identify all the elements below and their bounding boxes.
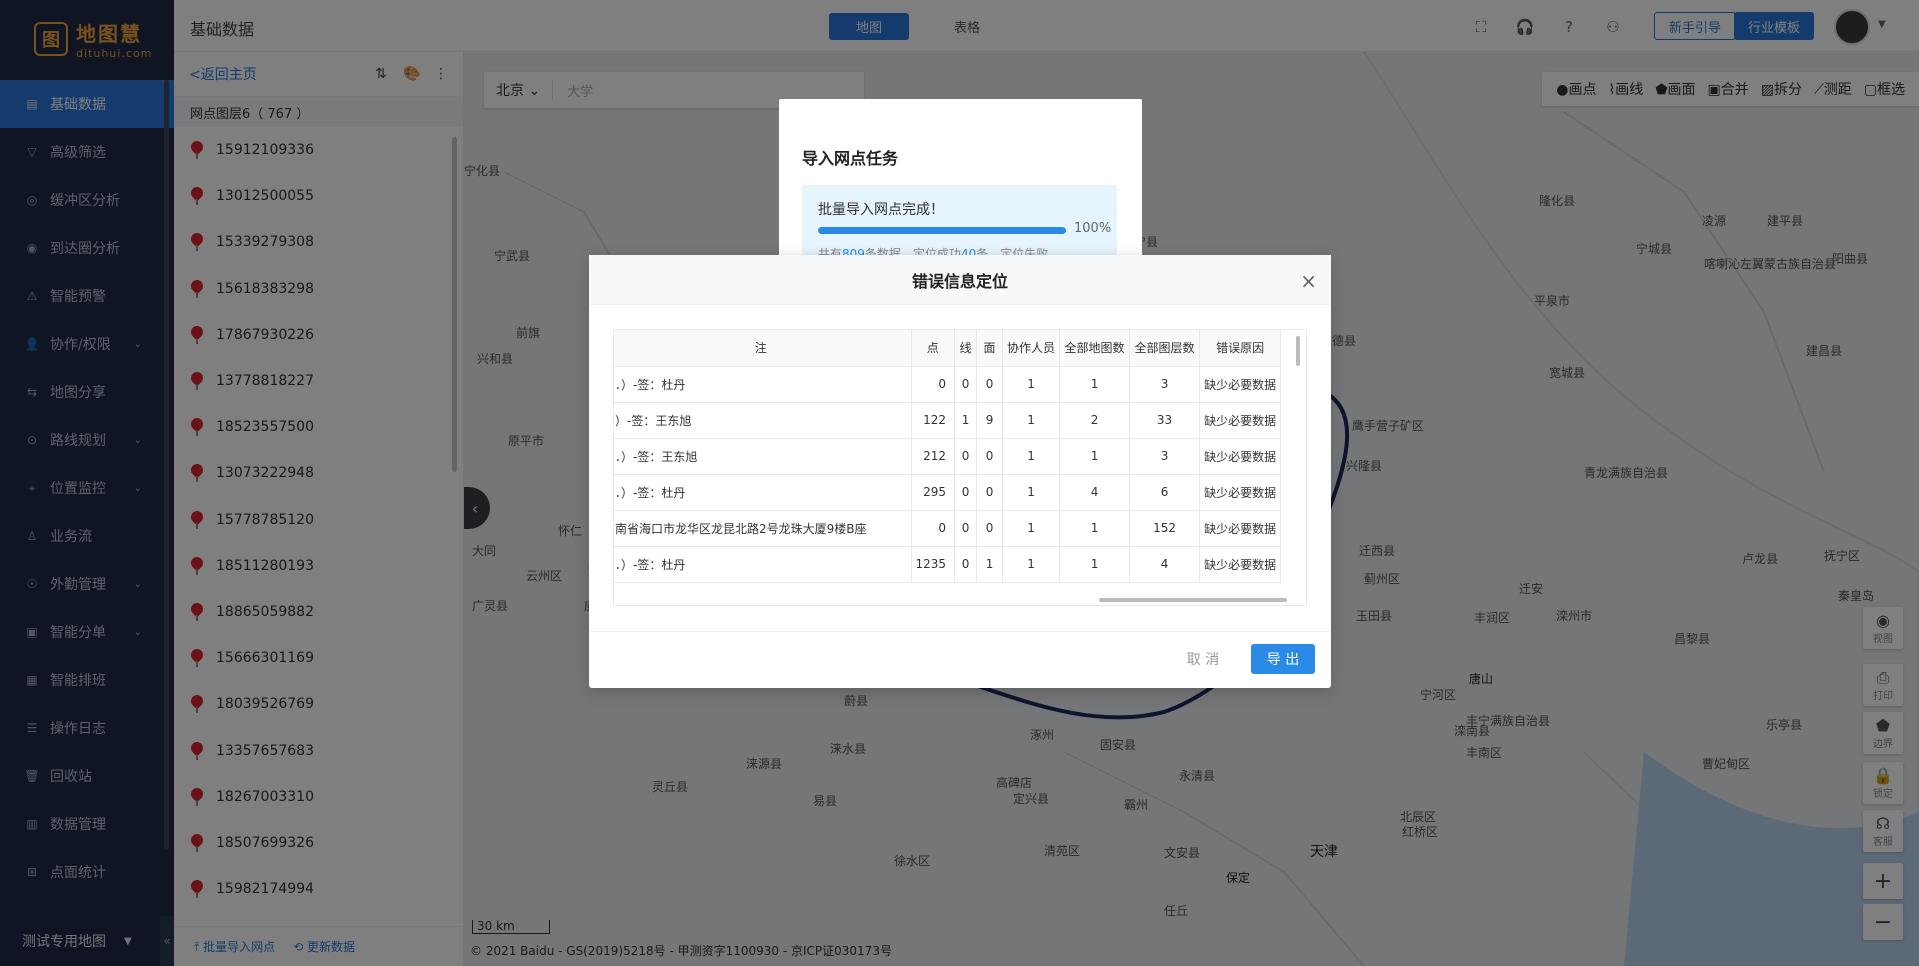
export-button[interactable]: 导 出 bbox=[1251, 644, 1315, 674]
table-cell: 0 bbox=[954, 366, 978, 403]
import-status-box: 批量导入网点完成！ 100% 共有809条数据，定位成功40条，定位失败 bbox=[802, 185, 1117, 265]
table-cell: 33 bbox=[1129, 402, 1201, 439]
table-cell: ）-签：王东旭 bbox=[614, 402, 912, 439]
column-header: 点 bbox=[911, 330, 956, 367]
table-cell: 缺少必要数据 bbox=[1199, 402, 1282, 439]
table-cell: 122 bbox=[911, 402, 956, 439]
table-cell: 0 bbox=[954, 438, 978, 475]
table-cell: 缺少必要数据 bbox=[1199, 438, 1282, 475]
table-cell: 0 bbox=[976, 438, 1004, 475]
table-row[interactable]: ．）-签：杜丹 0 0 0 1 1 3 缺少必要数据 bbox=[614, 366, 1282, 403]
table-cell: 1 bbox=[1002, 438, 1061, 475]
table-cell: 1 bbox=[976, 546, 1004, 583]
table-cell: ．）-签：杜丹 bbox=[614, 546, 912, 583]
column-header: 协作人员 bbox=[1002, 330, 1061, 367]
column-header: 面 bbox=[976, 330, 1004, 367]
import-done-text: 批量导入网点完成！ bbox=[818, 202, 944, 218]
table-row[interactable]: ．）-签：杜丹 1235 0 1 1 1 4 缺少必要数据 bbox=[614, 546, 1282, 583]
table-row[interactable]: ．）-签：王东旭 212 0 0 1 1 3 缺少必要数据 bbox=[614, 438, 1282, 475]
table-cell: 缺少必要数据 bbox=[1199, 546, 1282, 583]
table-cell: 295 bbox=[911, 474, 956, 511]
column-header: 全部图层数 bbox=[1129, 330, 1201, 367]
table-cell: 缺少必要数据 bbox=[1199, 474, 1282, 511]
close-icon[interactable]: × bbox=[1300, 269, 1317, 293]
table-cell: 0 bbox=[976, 474, 1004, 511]
table-cell: 0 bbox=[976, 366, 1004, 403]
dialog-header: 错误信息定位 × bbox=[589, 255, 1331, 305]
table-cell: 3 bbox=[1129, 366, 1201, 403]
dialog-footer: 取 消 导 出 bbox=[589, 631, 1331, 688]
table-cell: 4 bbox=[1129, 546, 1201, 583]
table-cell: 0 bbox=[976, 510, 1004, 547]
table-cell: 2 bbox=[1059, 402, 1131, 439]
table-row[interactable]: ）-签：王东旭 122 1 9 1 2 33 缺少必要数据 bbox=[614, 402, 1282, 439]
table-horizontal-scrollbar[interactable] bbox=[1099, 598, 1287, 602]
error-table: 注点线面协作人员 全部地图数 全部图层数 错误原因 ．）-签：杜丹 0 0 0 1 1 3 缺少必要… bbox=[613, 329, 1307, 606]
import-task-title: 导入网点任务 bbox=[802, 149, 899, 168]
table-cell: 1235 bbox=[911, 546, 956, 583]
error-location-dialog: 错误信息定位 × 注点线面协作人员 全部地图数 全部图层数 错误原因 ．）-签：杜丹 0… bbox=[589, 255, 1331, 688]
table-cell: 152 bbox=[1129, 510, 1201, 547]
table-cell: 9 bbox=[976, 402, 1004, 439]
table-cell: 0 bbox=[954, 546, 978, 583]
table-header-row: 注点线面协作人员 全部地图数 全部图层数 错误原因 bbox=[614, 330, 1282, 367]
table-cell: 1 bbox=[1002, 474, 1061, 511]
table-cell: 0 bbox=[911, 510, 956, 547]
column-header: 错误原因 bbox=[1199, 330, 1282, 367]
table-cell: 3 bbox=[1129, 438, 1201, 475]
table-cell: 1 bbox=[1059, 510, 1131, 547]
column-header: 全部地图数 bbox=[1059, 330, 1131, 367]
table-cell: 4 bbox=[1059, 474, 1131, 511]
dialog-title: 错误信息定位 bbox=[911, 271, 1008, 291]
table-cell: 1 bbox=[1002, 510, 1061, 547]
table-row[interactable]: 南省海口市龙华区龙昆北路2号龙珠大厦9楼B座 0 0 0 1 1 152 缺少必要数据 bbox=[614, 510, 1282, 547]
table-cell: ．）-签：王东旭 bbox=[614, 438, 912, 475]
column-header: 注 bbox=[614, 330, 912, 367]
table-cell: 1 bbox=[1002, 546, 1061, 583]
table-cell: ．）-签：杜丹 bbox=[614, 366, 912, 403]
column-header: 线 bbox=[954, 330, 978, 367]
table-body: ．）-签：杜丹 0 0 0 1 1 3 缺少必要数据 ）-签：王东旭 122 1 9 1 2 33 缺少必要数… bbox=[614, 366, 1282, 583]
import-progress-bar bbox=[818, 227, 1066, 234]
import-progress-text: 100% bbox=[1074, 221, 1112, 236]
table-cell: 0 bbox=[954, 510, 978, 547]
table-cell: 南省海口市龙华区龙昆北路2号龙珠大厦9楼B座 bbox=[614, 510, 912, 547]
table-cell: 1 bbox=[1002, 366, 1061, 403]
table-cell: 缺少必要数据 bbox=[1199, 510, 1282, 547]
table-cell: 1 bbox=[1059, 366, 1131, 403]
cancel-button[interactable]: 取 消 bbox=[1175, 644, 1231, 674]
table-vertical-scrollbar[interactable] bbox=[1296, 336, 1300, 366]
table-cell: 0 bbox=[911, 366, 956, 403]
table-cell: 1 bbox=[1002, 402, 1061, 439]
table-cell: 缺少必要数据 bbox=[1199, 366, 1282, 403]
table-cell: 212 bbox=[911, 438, 956, 475]
table-cell: 0 bbox=[954, 474, 978, 511]
table-cell: 1 bbox=[1059, 546, 1131, 583]
table-cell: 1 bbox=[954, 402, 978, 439]
table-cell: 6 bbox=[1129, 474, 1201, 511]
table-cell: ．）-签：杜丹 bbox=[614, 474, 912, 511]
table-row[interactable]: ．）-签：杜丹 295 0 0 1 4 6 缺少必要数据 bbox=[614, 474, 1282, 511]
table-cell: 1 bbox=[1059, 438, 1131, 475]
